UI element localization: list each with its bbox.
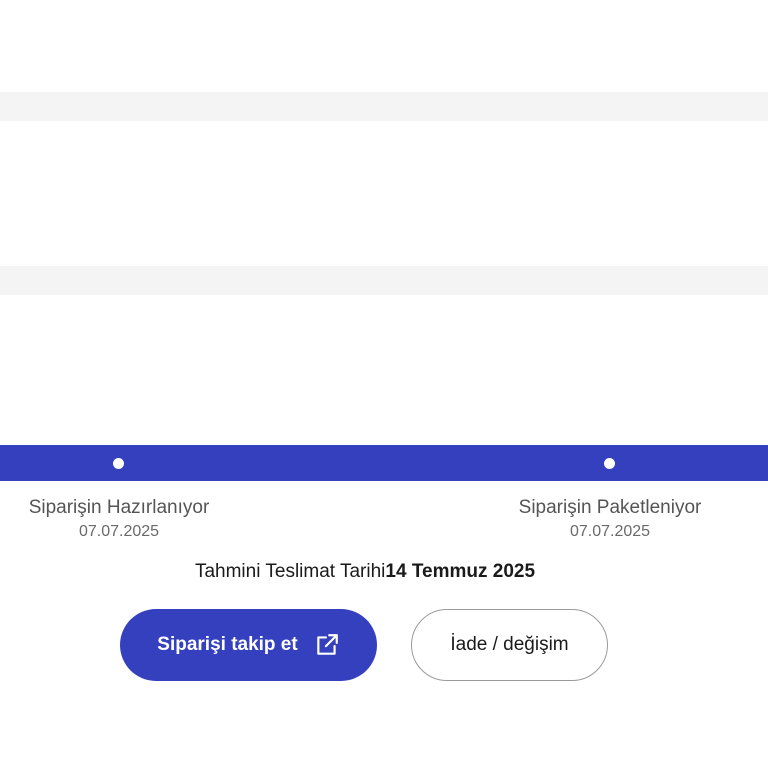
step-preparing: Siparişin Hazırlanıyor 07.07.2025 [0,497,239,541]
track-order-button[interactable]: Siparişi takip et [120,609,377,681]
step-date: 07.07.2025 [569,523,651,540]
section-divider [0,92,768,121]
return-exchange-button[interactable]: İade / değişim [411,609,608,681]
step-dot-packing [604,458,615,469]
external-link-icon [314,632,340,658]
step-date: 07.07.2025 [78,523,160,540]
step-label: Siparişin Paketleniyor [518,497,702,518]
order-progress-bar [0,445,768,481]
estimated-delivery: Tahmini Teslimat Tarihi14 Temmuz 2025 [0,560,730,584]
step-label: Siparişin Hazırlanıyor [28,497,210,518]
step-dot-preparing [113,458,124,469]
estimated-delivery-date: 14 Temmuz 2025 [385,561,536,582]
section-divider [0,266,768,295]
step-packing: Siparişin Paketleniyor 07.07.2025 [490,497,730,541]
estimated-delivery-label: Tahmini Teslimat Tarihi [194,561,386,582]
track-order-label: Siparişi takip et [157,634,298,655]
